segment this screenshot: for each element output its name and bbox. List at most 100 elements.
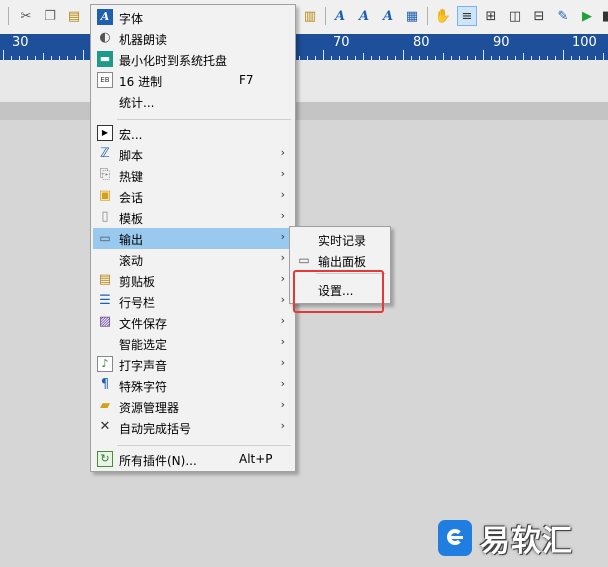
menu-item-font[interactable]: A 字体	[93, 7, 293, 28]
menu-item-smart-select[interactable]: 智能选定 ›	[93, 333, 293, 354]
play-icon[interactable]: ▶	[577, 6, 597, 26]
highlight-annotation	[293, 270, 384, 313]
ruler-tick	[363, 53, 364, 60]
menu-item-label: 所有插件(N)...	[119, 454, 197, 468]
music-note-icon: ♪	[97, 356, 113, 372]
submenu-arrow-icon: ›	[280, 398, 285, 411]
submenu-arrow-icon: ›	[280, 335, 285, 348]
font-settings-icon[interactable]: A	[378, 6, 398, 26]
menu-item-macro[interactable]: ▶ 宏...	[93, 123, 293, 144]
submenu-arrow-icon: ›	[280, 419, 285, 432]
ruler-tick	[3, 50, 4, 60]
menu-item-statistics[interactable]: 统计...	[93, 91, 293, 112]
split-vertical-icon[interactable]: ◫	[505, 6, 525, 26]
tray-icon: ▬	[97, 51, 113, 67]
menu-item-shortcut: F7	[239, 73, 254, 87]
menu-item-label: 16 进制	[119, 75, 163, 89]
menu-item-template[interactable]: ▯ 模板 ›	[93, 207, 293, 228]
menu-item-label: 字体	[119, 12, 144, 26]
watermark-text: 易软汇	[480, 524, 573, 559]
toolbar-separator	[8, 7, 9, 25]
menu-item-label: 滚动	[119, 254, 144, 268]
menu-separator	[117, 119, 291, 120]
line-numbers-icon: ☰	[99, 293, 111, 308]
submenu-arrow-icon: ›	[280, 377, 285, 390]
submenu-item-output-panel[interactable]: ▭ 输出面板	[292, 250, 388, 271]
more-icon[interactable]: ■	[598, 6, 608, 26]
menu-item-explorer[interactable]: ▰ 资源管理器 ›	[93, 396, 293, 417]
menu-item-all-plugins[interactable]: ↻ 所有插件(N)... Alt+P	[93, 449, 293, 470]
template-icon: ▯	[101, 209, 109, 224]
menu-item-label: 剪贴板	[119, 275, 156, 289]
file-save-icon: ▨	[98, 314, 112, 329]
submenu-item-label: 输出面板	[318, 255, 367, 269]
cut-icon[interactable]: ✂	[16, 6, 36, 26]
ruler-tick	[323, 50, 324, 60]
hand-icon[interactable]: ✋	[433, 6, 453, 26]
menu-item-clipboard[interactable]: ▤ 剪贴板 ›	[93, 270, 293, 291]
paste-icon[interactable]: ▤	[64, 6, 84, 26]
menu-item-label: 智能选定	[119, 338, 168, 352]
menu-item-label: 统计...	[119, 96, 155, 110]
menu-item-label: 最小化时到系统托盘	[119, 54, 228, 68]
ruler-label: 30	[12, 35, 29, 50]
tools-icon[interactable]: ✎	[553, 6, 573, 26]
menu-separator	[117, 445, 291, 446]
submenu-arrow-icon: ›	[280, 314, 285, 327]
submenu-arrow-icon: ›	[280, 293, 285, 306]
submenu-item-realtime-log[interactable]: 实时记录	[292, 229, 388, 250]
menu-item-read-aloud[interactable]: ◐ 机器朗读	[93, 28, 293, 49]
ruler-tick	[523, 53, 524, 60]
menu-item-typing-sound[interactable]: ♪ 打字声音 ›	[93, 354, 293, 375]
submenu-arrow-icon: ›	[280, 230, 285, 243]
dropdown-menu: A 字体 ◐ 机器朗读 ▬ 最小化时到系统托盘 EB 16 进制 F7 统计..…	[90, 4, 296, 472]
menu-item-auto-brackets[interactable]: ✕ 自动完成括号 ›	[93, 417, 293, 438]
toolbar-separator	[325, 7, 326, 25]
menu-item-label: 文件保存	[119, 317, 168, 331]
menu-item-hotkey[interactable]: ⎘ 热键 ›	[93, 165, 293, 186]
font-icon[interactable]: A	[330, 6, 350, 26]
output-panel-icon: ▭	[298, 253, 310, 267]
menu-item-label: 输出	[119, 233, 144, 247]
ruler-tick	[443, 53, 444, 60]
menu-item-label: 特殊字符	[119, 380, 168, 394]
macro-icon: ▶	[97, 125, 113, 141]
ruler-tick	[43, 53, 44, 60]
menu-item-session[interactable]: ▣ 会话 ›	[93, 186, 293, 207]
font-add-icon[interactable]: A	[354, 6, 374, 26]
ruler-label: 100	[572, 35, 597, 50]
ruler-tick	[603, 53, 604, 60]
ruler-tick	[403, 50, 404, 60]
submenu-arrow-icon: ›	[280, 251, 285, 264]
menu-item-output[interactable]: ▭ 输出 ›	[93, 228, 293, 249]
menu-item-line-numbers[interactable]: ☰ 行号栏 ›	[93, 291, 293, 312]
menu-item-label: 行号栏	[119, 296, 156, 310]
menu-item-scroll[interactable]: 滚动 ›	[93, 249, 293, 270]
ruler-tick	[83, 50, 84, 60]
menu-item-label: 会话	[119, 191, 144, 205]
clipboard-icon: ▤	[98, 272, 112, 287]
submenu-arrow-icon: ›	[280, 188, 285, 201]
copy-icon[interactable]: ❐	[40, 6, 60, 26]
grid-icon[interactable]: ▦	[402, 6, 422, 26]
word-wrap-icon[interactable]: ≡	[457, 6, 477, 26]
menu-item-minimize-to-tray[interactable]: ▬ 最小化时到系统托盘	[93, 49, 293, 70]
clipboard-icon[interactable]: ▥	[300, 6, 320, 26]
ruler-tick	[563, 50, 564, 60]
table-icon[interactable]: ⊞	[481, 6, 501, 26]
hex-icon: EB	[97, 72, 113, 88]
menu-item-file-save[interactable]: ▨ 文件保存 ›	[93, 312, 293, 333]
menu-item-special-chars[interactable]: ¶ 特殊字符 ›	[93, 375, 293, 396]
menu-item-label: 资源管理器	[119, 401, 180, 415]
submenu-arrow-icon: ›	[280, 272, 285, 285]
folder-icon: ▰	[100, 398, 110, 413]
brackets-icon: ✕	[99, 419, 111, 434]
menu-item-script[interactable]: ℤ 脚本 ›	[93, 144, 293, 165]
font-icon: A	[97, 9, 113, 25]
submenu-arrow-icon: ›	[280, 167, 285, 180]
watermark-logo-icon	[438, 520, 472, 556]
split-horizontal-icon[interactable]: ⊟	[529, 6, 549, 26]
ruler-label: 80	[413, 35, 430, 50]
watermark: 易软汇	[438, 516, 573, 560]
menu-item-hex[interactable]: EB 16 进制 F7	[93, 70, 293, 91]
